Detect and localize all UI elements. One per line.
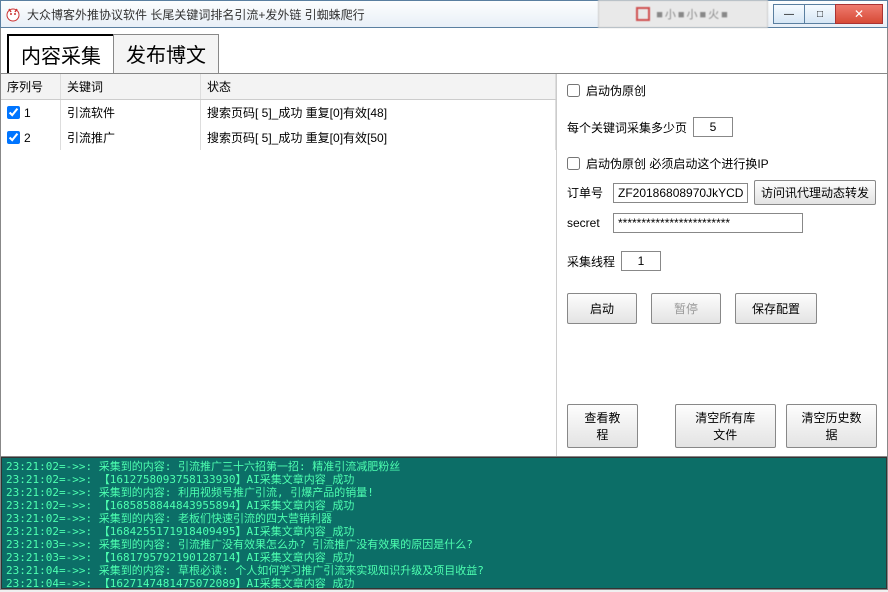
settings-panel: 启动伪原创 每个关键词采集多少页 启动伪原创 必须启动这个进行换IP 订单号 访… — [557, 74, 887, 456]
log-line: 23:21:02=->>: 采集到的内容: 引流推广三十六招第一招: 精准引流减… — [6, 460, 882, 473]
label-pages: 每个关键词采集多少页 — [567, 119, 687, 136]
keyword-grid: 序列号 关键词 状态 1引流软件搜索页码[ 5]_成功 重复[0]有效[48] … — [1, 74, 557, 456]
table-row[interactable]: 2 引流推广搜索页码[ 5]_成功 重复[0]有效[50] — [1, 125, 556, 150]
log-line: 23:21:03=->>: 【1681795792190128714】AI采集文… — [6, 551, 882, 564]
log-line: 23:21:02=->>: 【1684255171918409495】AI采集文… — [6, 525, 882, 538]
window-titlebar: 大众博客外推协议软件 长尾关键词排名引流+发外链 引蜘蛛爬行 ■小■小■火■ —… — [0, 0, 888, 28]
table-row[interactable]: 1 引流软件搜索页码[ 5]_成功 重复[0]有效[48] — [1, 100, 556, 125]
tab-bar: 内容采集 发布博文 — [1, 28, 887, 74]
proxy-button[interactable]: 访问讯代理动态转发 — [754, 180, 876, 205]
cell-seq: 2 — [24, 131, 31, 145]
label-fake-original-2: 启动伪原创 必须启动这个进行换IP — [586, 155, 769, 172]
row-checkbox[interactable] — [7, 131, 20, 144]
cell-status: 搜索页码[ 5]_成功 重复[0]有效[50] — [201, 125, 556, 150]
log-line: 23:21:02=->>: 采集到的内容: 利用视频号推广引流, 引爆产品的销量… — [6, 486, 882, 499]
input-threads[interactable] — [621, 251, 661, 271]
log-line: 23:21:02=->>: 【1612758093758133930】AI采集文… — [6, 473, 882, 486]
app-icon — [5, 6, 21, 22]
window-title: 大众博客外推协议软件 长尾关键词排名引流+发外链 引蜘蛛爬行 — [27, 6, 598, 23]
cell-keyword: 引流软件 — [61, 100, 201, 125]
row-checkbox[interactable] — [7, 106, 20, 119]
label-threads: 采集线程 — [567, 253, 615, 270]
blurred-overlay: ■小■小■火■ — [598, 0, 768, 28]
checkbox-fake-original-1[interactable] — [567, 84, 580, 97]
label-order: 订单号 — [567, 184, 607, 201]
input-secret[interactable] — [613, 213, 803, 233]
col-header-seq[interactable]: 序列号 — [1, 74, 61, 99]
input-pages[interactable] — [693, 117, 733, 137]
cell-seq: 1 — [24, 106, 31, 120]
cell-status: 搜索页码[ 5]_成功 重复[0]有效[48] — [201, 100, 556, 125]
col-header-status[interactable]: 状态 — [201, 74, 556, 99]
maximize-button[interactable]: □ — [804, 4, 836, 24]
checkbox-fake-original-2[interactable] — [567, 157, 580, 170]
cell-keyword: 引流推广 — [61, 125, 201, 150]
save-config-button[interactable]: 保存配置 — [735, 293, 817, 324]
tab-publish[interactable]: 发布博文 — [113, 34, 219, 73]
clear-history-button[interactable]: 清空历史数据 — [786, 404, 877, 448]
tab-collect[interactable]: 内容采集 — [7, 34, 115, 73]
pause-button[interactable]: 暂停 — [651, 293, 721, 324]
log-line: 23:21:03=->>: 采集到的内容: 引流推广没有效果怎么办? 引流推广没… — [6, 538, 882, 551]
col-header-keyword[interactable]: 关键词 — [61, 74, 201, 99]
log-line: 23:21:04=->>: 采集到的内容: 草根必读: 个人如何学习推广引流来实… — [6, 564, 882, 577]
label-fake-original-1: 启动伪原创 — [586, 82, 646, 99]
log-line: 23:21:02=->>: 【1685858844843955894】AI采集文… — [6, 499, 882, 512]
close-button[interactable]: ✕ — [835, 4, 883, 24]
tutorial-button[interactable]: 查看教程 — [567, 404, 638, 448]
start-button[interactable]: 启动 — [567, 293, 637, 324]
log-line: 23:21:02=->>: 采集到的内容: 老板们快速引流的四大营销利器 — [6, 512, 882, 525]
log-line: 23:21:04=->>: 【1627147481475072089】AI采集文… — [6, 577, 882, 589]
log-console: 23:21:02=->>: 采集到的内容: 引流推广三十六招第一招: 精准引流减… — [1, 457, 887, 589]
label-secret: secret — [567, 216, 607, 230]
minimize-button[interactable]: — — [773, 4, 805, 24]
clear-lib-button[interactable]: 清空所有库文件 — [675, 404, 776, 448]
input-order[interactable] — [613, 183, 748, 203]
